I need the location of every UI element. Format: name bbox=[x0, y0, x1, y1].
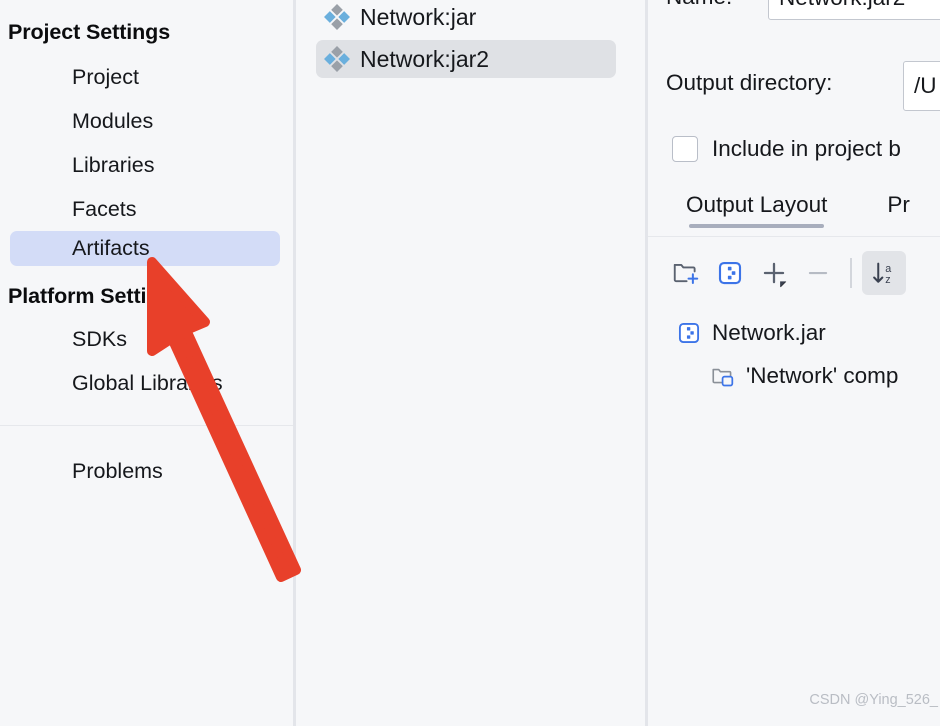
sidebar-item-label: Global Libraries bbox=[72, 371, 223, 395]
sidebar-item-label: Problems bbox=[72, 459, 163, 483]
add-button[interactable] bbox=[752, 251, 796, 295]
sidebar-item-global-libraries[interactable]: Global Libraries bbox=[10, 366, 280, 401]
add-archive-button[interactable] bbox=[708, 251, 752, 295]
sidebar-divider bbox=[0, 425, 293, 426]
sidebar-item-label: Project bbox=[72, 65, 139, 89]
output-layout-toolbar: a z bbox=[664, 250, 906, 296]
include-in-project-build-checkbox-row[interactable]: Include in project b bbox=[672, 136, 901, 162]
sort-button[interactable]: a z bbox=[861, 251, 906, 295]
tab-pre-processing[interactable]: Pr bbox=[857, 192, 940, 228]
list-item[interactable]: Network:jar bbox=[316, 0, 616, 36]
sidebar-item-facets[interactable]: Facets bbox=[10, 192, 280, 227]
artifact-details-panel: Name: Network:jar2 Output directory: /U … bbox=[648, 0, 940, 726]
sidebar-item-artifacts[interactable]: Artifacts bbox=[10, 231, 280, 266]
sidebar-heading-project-settings: Project Settings bbox=[8, 20, 171, 44]
add-directory-button[interactable] bbox=[664, 251, 708, 295]
list-item[interactable]: Network:jar2 bbox=[316, 40, 616, 78]
jar-archive-icon bbox=[678, 322, 700, 344]
folder-plus-icon bbox=[673, 263, 699, 284]
output-directory-label: Output directory: bbox=[666, 70, 833, 95]
list-item-label: Network:jar2 bbox=[360, 45, 490, 72]
name-input[interactable]: Network:jar2 bbox=[768, 0, 940, 20]
include-in-project-build-label: Include in project b bbox=[712, 136, 901, 161]
tab-label: Output Layout bbox=[686, 192, 828, 217]
sidebar-item-label: SDKs bbox=[72, 327, 127, 351]
toolbar-separator bbox=[850, 258, 852, 288]
artifact-icon bbox=[324, 4, 350, 30]
output-directory-input[interactable]: /U bbox=[903, 61, 940, 111]
minus-icon bbox=[808, 271, 828, 275]
include-in-project-build-checkbox[interactable] bbox=[672, 136, 698, 162]
tree-item-network-jar[interactable]: Network.jar bbox=[676, 320, 826, 346]
sidebar-item-sdks[interactable]: SDKs bbox=[10, 322, 280, 357]
screenshot-root: Project Settings Project Modules Librari… bbox=[0, 0, 940, 726]
sidebar-item-problems[interactable]: Problems bbox=[10, 454, 280, 489]
watermark: CSDN @Ying_526_ bbox=[809, 692, 938, 708]
tree-item-label: 'Network' comp bbox=[746, 363, 899, 388]
sidebar-item-label: Libraries bbox=[72, 153, 155, 177]
artifact-icon bbox=[324, 46, 350, 72]
artifacts-list-panel: Network:jar Network:jar2 bbox=[296, 0, 645, 726]
sidebar-heading-platform-settings: Platform Settings bbox=[8, 284, 185, 308]
details-tabs: Output Layout Pr bbox=[656, 192, 940, 228]
tab-strip-divider bbox=[648, 236, 940, 237]
sidebar-item-label: Facets bbox=[72, 197, 137, 221]
remove-button[interactable] bbox=[796, 251, 840, 295]
tree-item-label: Network.jar bbox=[712, 320, 826, 345]
tree-item-network-compile-output[interactable]: 'Network' comp bbox=[710, 363, 898, 389]
sidebar-item-label: Artifacts bbox=[72, 236, 150, 260]
tab-label: Pr bbox=[887, 192, 910, 217]
sidebar-item-libraries[interactable]: Libraries bbox=[10, 148, 280, 183]
list-item-label: Network:jar bbox=[360, 3, 477, 30]
svg-text:z: z bbox=[885, 274, 890, 286]
sidebar-item-modules[interactable]: Modules bbox=[10, 104, 280, 139]
folder-module-icon bbox=[712, 368, 734, 387]
sidebar-item-label: Modules bbox=[72, 109, 154, 133]
settings-sidebar: Project Settings Project Modules Librari… bbox=[0, 0, 293, 726]
jar-archive-icon bbox=[718, 261, 742, 285]
tab-active-underline bbox=[689, 224, 825, 228]
sort-az-icon: a z bbox=[872, 262, 891, 286]
plus-dropdown-icon bbox=[763, 262, 787, 288]
tab-output-layout[interactable]: Output Layout bbox=[656, 192, 857, 228]
name-field-label: Name: bbox=[666, 0, 732, 10]
sidebar-item-project[interactable]: Project bbox=[10, 60, 280, 95]
